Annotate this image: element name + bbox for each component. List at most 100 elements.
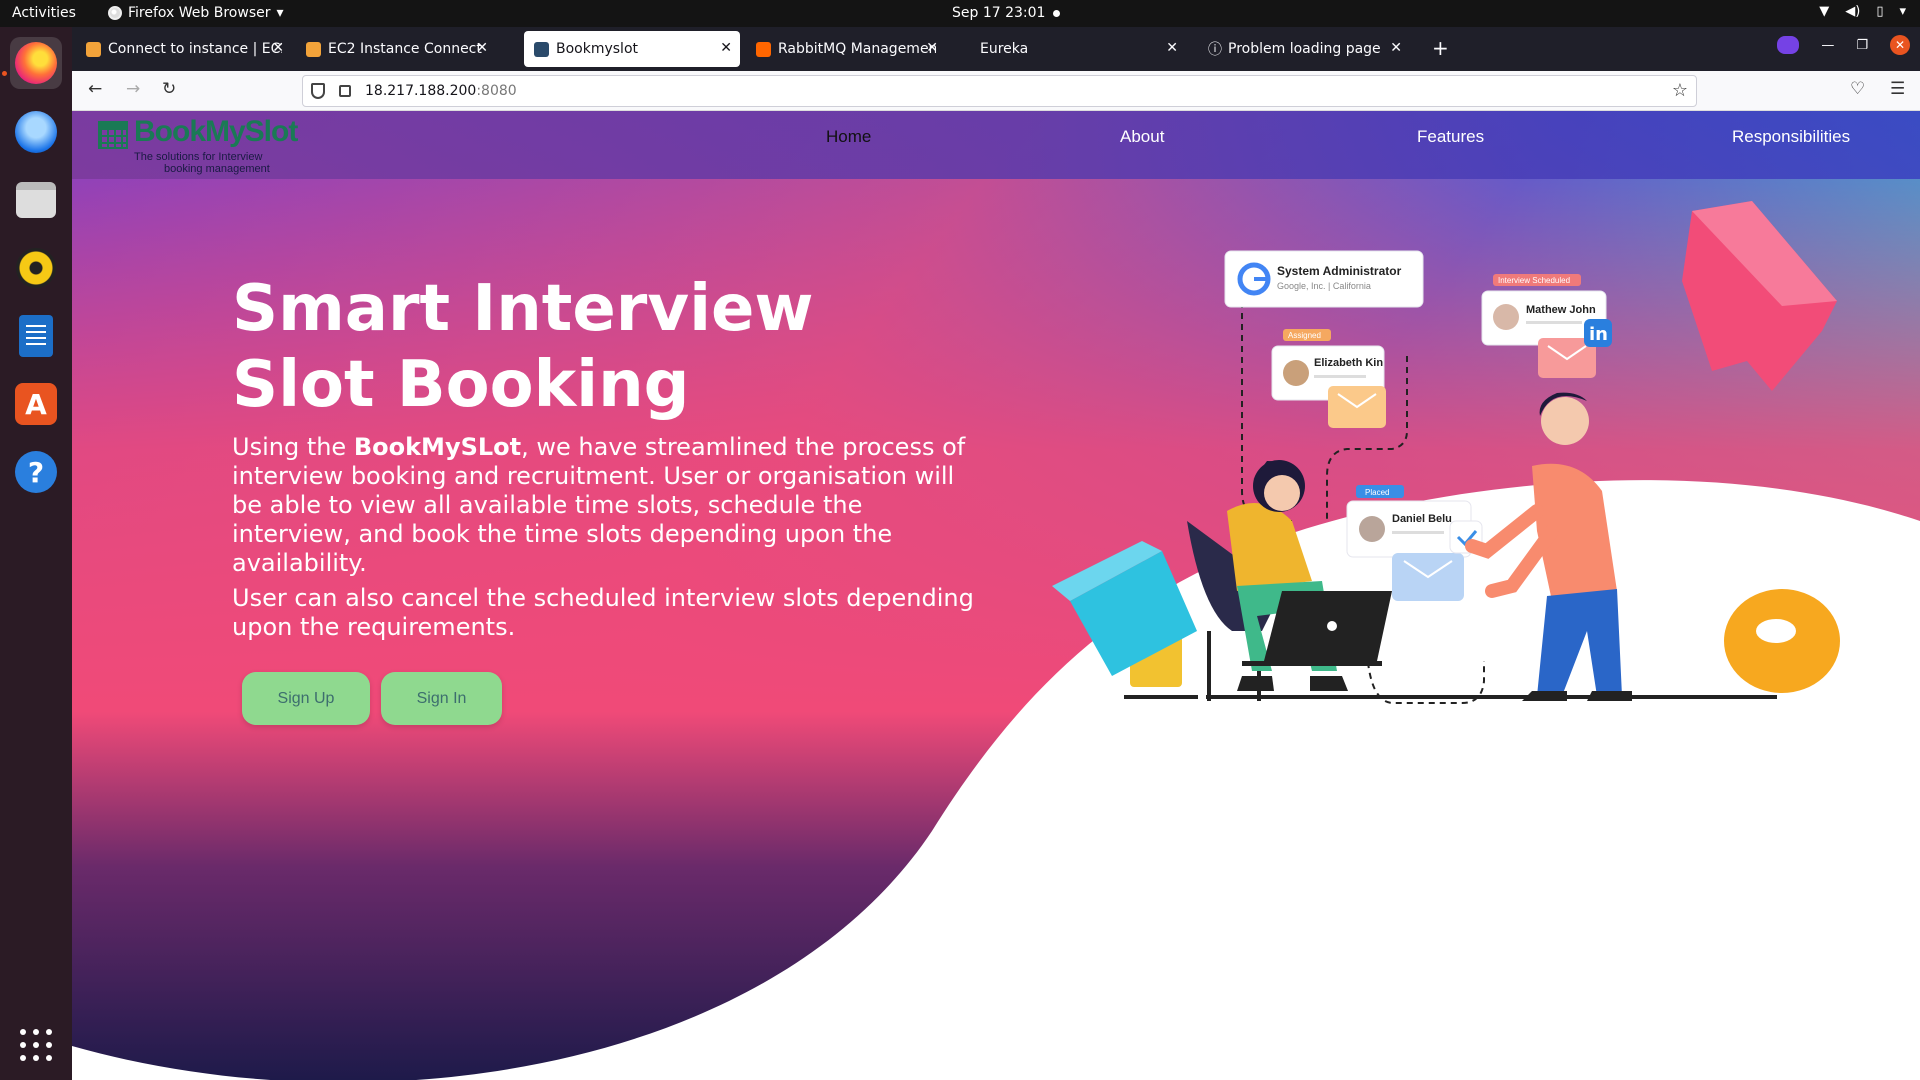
tab-label: Eureka — [980, 41, 1029, 57]
dock: A ? — [0, 27, 72, 1080]
close-window-icon[interactable]: ✕ — [1890, 35, 1910, 55]
sign-in-button[interactable]: Sign In — [381, 672, 502, 725]
chevron-down-icon: ▾ — [276, 5, 284, 21]
activities-button[interactable]: Activities — [12, 5, 76, 21]
dock-help[interactable]: ? — [10, 446, 62, 498]
mathew-john-card: Interview Scheduled Mathew John in — [1481, 274, 1612, 378]
svg-text:System Administrator: System Administrator — [1277, 264, 1402, 278]
clock[interactable]: Sep 17 23:01 — [952, 5, 1045, 21]
web-page: BookMySlot The solutions for Interview b… — [72, 111, 1920, 1080]
window-controls: — ❐ ✕ — [1777, 35, 1910, 55]
system-top-bar: Activities Firefox Web Browser ▾ Sep 17 … — [0, 0, 1920, 27]
files-icon — [16, 182, 56, 218]
svg-text:Daniel Belu: Daniel Belu — [1392, 513, 1452, 525]
logo-brand: BookMySlot — [134, 115, 298, 148]
linkedin-icon: in — [1589, 324, 1608, 345]
tab-problem-loading[interactable]: ⓘ Problem loading page ✕ — [1198, 31, 1410, 67]
close-tab-icon[interactable]: ✕ — [1390, 40, 1402, 56]
tab-bookmyslot[interactable]: Bookmyslot ✕ — [524, 31, 740, 67]
aws-favicon-icon — [306, 41, 321, 57]
tab-eureka[interactable]: Eureka ✕ — [970, 31, 1186, 67]
address-bar[interactable]: 18.217.188.200:8080 ☆ — [302, 75, 1697, 107]
logo-tagline: The solutions for Interview — [134, 151, 263, 163]
tab-label: Bookmyslot — [556, 41, 639, 57]
hamburger-menu-icon[interactable]: ☰ — [1890, 79, 1905, 99]
tab-rabbitmq[interactable]: RabbitMQ Management ✕ — [746, 31, 946, 67]
reload-icon[interactable]: ↻ — [162, 79, 176, 99]
firefox-icon — [15, 42, 57, 84]
browser-navigation-bar: ← → ↻ 18.217.188.200:8080 ☆ ♡ ☰ — [72, 71, 1920, 111]
tab-connect-to-instance[interactable]: Connect to instance | EC2 ✕ — [76, 31, 292, 67]
close-tab-icon[interactable]: ✕ — [926, 40, 938, 56]
info-icon: ⓘ — [1208, 42, 1222, 58]
brand-emphasis: BookMySLot — [353, 433, 522, 461]
elizabeth-kin-card: Assigned Elizabeth Kin — [1271, 329, 1386, 428]
react-favicon-icon — [534, 41, 549, 57]
url-text[interactable]: 18.217.188.200:8080 — [365, 83, 517, 99]
sign-up-button[interactable]: Sign Up — [242, 672, 370, 725]
minimize-icon[interactable]: — — [1821, 38, 1834, 53]
help-icon: ? — [15, 451, 57, 493]
dock-thunderbird[interactable] — [10, 106, 62, 158]
site-header: BookMySlot The solutions for Interview b… — [72, 111, 1920, 179]
back-arrow-icon[interactable]: ← — [88, 79, 102, 99]
bookmark-star-icon[interactable]: ☆ — [1672, 80, 1688, 101]
man-figure — [1465, 392, 1632, 701]
rabbitmq-favicon-icon — [756, 41, 771, 57]
show-applications-icon[interactable] — [20, 1029, 52, 1061]
maximize-icon[interactable]: ❐ — [1856, 38, 1868, 53]
hero-cancel-note: User can also cancel the scheduled inter… — [232, 584, 974, 641]
new-tab-icon[interactable]: + — [1432, 36, 1449, 60]
close-tab-icon[interactable]: ✕ — [1166, 40, 1178, 56]
close-tab-icon[interactable]: ✕ — [476, 40, 488, 56]
tab-ec2-instance-connect[interactable]: EC2 Instance Connect ✕ — [296, 31, 496, 67]
private-mask-icon[interactable] — [1777, 36, 1800, 54]
app-menu[interactable]: Firefox Web Browser ▾ — [108, 5, 284, 21]
tab-label: Problem loading page — [1228, 41, 1381, 57]
dock-rhythmbox[interactable] — [10, 242, 62, 294]
hero-title: Smart Interview Slot Booking — [232, 272, 814, 422]
logo-tagline-2: booking management — [164, 163, 270, 175]
nav-responsibilities[interactable]: Responsibilities — [1732, 127, 1850, 147]
pocket-icon[interactable]: ♡ — [1850, 79, 1865, 99]
svg-text:Assigned: Assigned — [1288, 331, 1321, 340]
volume-icon: ◀) — [1845, 4, 1861, 19]
power-menu-icon: ▾ — [1899, 4, 1906, 19]
notification-dot-icon — [1053, 10, 1060, 17]
active-indicator — [2, 71, 7, 76]
dock-files[interactable] — [10, 174, 62, 226]
firefox-mini-icon — [108, 6, 122, 20]
aws-favicon-icon — [86, 41, 101, 57]
nav-features[interactable]: Features — [1417, 127, 1484, 147]
rhythmbox-icon — [16, 248, 56, 288]
close-tab-icon[interactable]: ✕ — [720, 40, 732, 56]
dock-firefox[interactable] — [10, 37, 62, 89]
svg-text:Elizabeth Kin: Elizabeth Kin — [1314, 357, 1383, 369]
dock-writer[interactable] — [10, 310, 62, 362]
tab-label: Connect to instance | EC2 — [108, 41, 282, 57]
svg-text:Mathew John: Mathew John — [1526, 304, 1596, 316]
forward-arrow-icon[interactable]: → — [126, 79, 140, 99]
thunderbird-icon — [15, 111, 57, 153]
daniel-belu-card: Placed Daniel Belu — [1346, 485, 1483, 601]
nav-about[interactable]: About — [1120, 127, 1164, 147]
browser-tab-strip: Connect to instance | EC2 ✕ EC2 Instance… — [72, 27, 1920, 71]
libreoffice-writer-icon — [19, 315, 53, 357]
system-status-area[interactable]: ▼ ◀) ▯ ▾ — [1819, 4, 1906, 19]
ubuntu-software-icon: A — [15, 383, 57, 425]
svg-text:Google, Inc. | California: Google, Inc. | California — [1277, 281, 1371, 291]
dock-software[interactable]: A — [10, 378, 62, 430]
app-menu-label: Firefox Web Browser — [128, 5, 271, 21]
insecure-lock-icon[interactable] — [339, 85, 351, 97]
svg-text:Placed: Placed — [1365, 488, 1389, 497]
tracking-shield-icon[interactable] — [311, 83, 325, 99]
svg-text:Interview Scheduled: Interview Scheduled — [1498, 276, 1570, 285]
wifi-icon: ▼ — [1819, 4, 1830, 19]
tab-label: EC2 Instance Connect — [328, 41, 482, 57]
google-profile-card: System Administrator Google, Inc. | Cali… — [1224, 250, 1424, 308]
nav-home[interactable]: Home — [826, 127, 871, 147]
close-tab-icon[interactable]: ✕ — [272, 40, 284, 56]
hero-description: Using the BookMySLot, we have streamline… — [232, 433, 966, 577]
battery-icon: ▯ — [1876, 4, 1884, 19]
hero-illustration: System Administrator Google, Inc. | Cali… — [1052, 201, 1840, 704]
